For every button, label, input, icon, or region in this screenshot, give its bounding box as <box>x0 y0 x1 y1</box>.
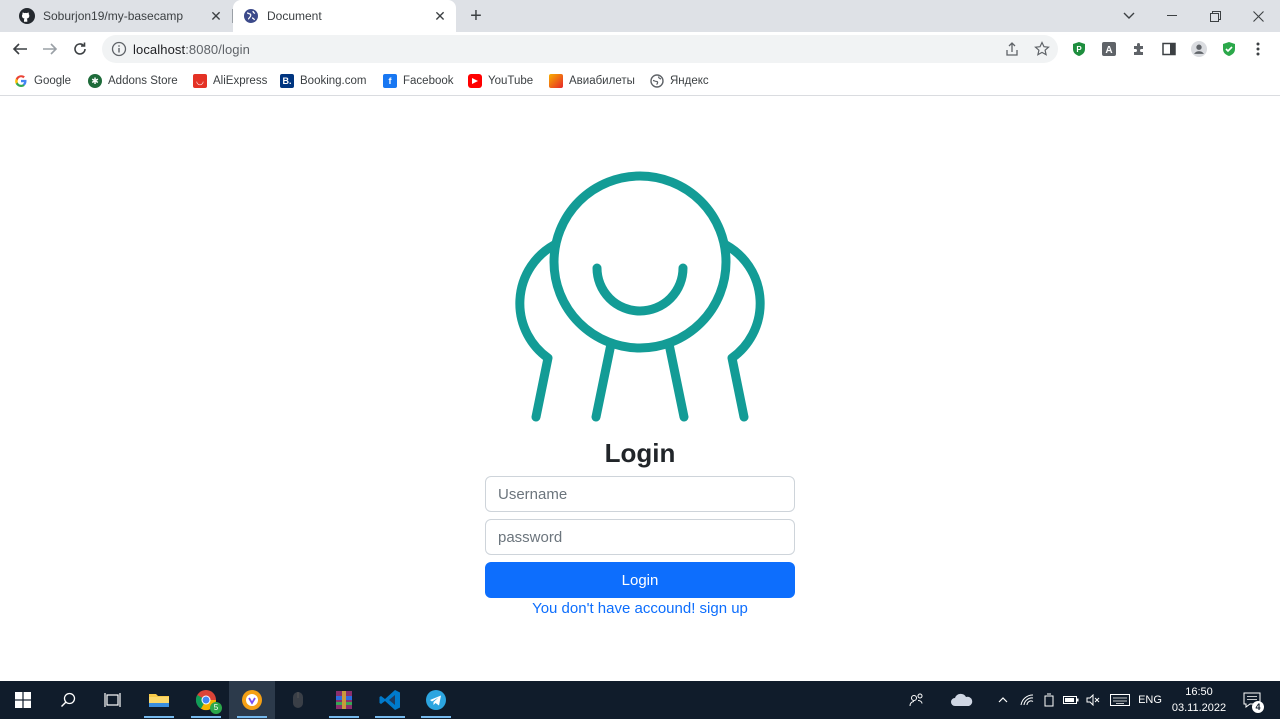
svg-text:A: A <box>1105 45 1112 56</box>
wifi-icon[interactable] <box>1018 681 1036 719</box>
youtube-icon <box>468 74 482 88</box>
vpn-extension-icon[interactable]: P <box>1071 41 1087 57</box>
page-title: Login <box>604 438 676 468</box>
browser-toolbar: localhost:8080/login P A <box>0 32 1280 66</box>
close-tab-icon[interactable]: ✕ <box>208 8 224 24</box>
bookmark-aviabilety[interactable]: Авиабилеты <box>549 71 635 91</box>
signup-link[interactable]: You don't have accound! sign up <box>440 600 840 617</box>
bookmark-google[interactable]: Google <box>14 71 71 91</box>
bookmark-youtube[interactable]: YouTube <box>468 71 533 91</box>
close-window-button[interactable] <box>1236 0 1280 32</box>
task-view-icon <box>104 693 121 707</box>
side-panel-icon[interactable] <box>1161 41 1177 57</box>
tab-document[interactable]: Document ✕ <box>233 0 456 32</box>
volume-muted-icon[interactable] <box>1084 681 1102 719</box>
taskbar-mouse-app[interactable] <box>275 681 321 719</box>
taskbar-winrar[interactable] <box>321 681 367 719</box>
taskbar-file-explorer[interactable] <box>136 681 182 719</box>
profile-avatar-icon[interactable] <box>1191 41 1207 57</box>
bookmark-star-icon[interactable] <box>1034 41 1050 57</box>
bookmark-booking[interactable]: B. Booking.com <box>280 71 366 91</box>
bookmark-aliexpress[interactable]: ◡ AliExpress <box>193 71 267 91</box>
bookmark-label: YouTube <box>488 75 534 87</box>
taskbar-browser[interactable] <box>229 681 275 719</box>
taskbar-telegram[interactable] <box>413 681 459 719</box>
google-icon <box>14 74 28 88</box>
menu-kebab-icon[interactable] <box>1250 41 1266 57</box>
windows-taskbar: 5 ENG 16:50 03.11.2022 4 <box>0 681 1280 719</box>
show-hidden-icons-chevron[interactable] <box>994 681 1012 719</box>
site-info-icon[interactable] <box>111 41 127 57</box>
windows-icon <box>15 692 31 708</box>
telegram-icon <box>426 690 446 710</box>
keyboard-icon[interactable] <box>1107 681 1133 719</box>
bookmark-label: Addons Store <box>108 75 178 87</box>
close-tab-icon[interactable]: ✕ <box>432 8 448 24</box>
battery-icon[interactable] <box>1062 681 1080 719</box>
reload-button[interactable] <box>68 37 92 61</box>
notification-count-badge: 4 <box>1252 701 1264 713</box>
search-button[interactable] <box>45 681 91 719</box>
system-clock[interactable]: 16:50 03.11.2022 <box>1166 684 1232 716</box>
github-icon <box>19 8 35 24</box>
share-icon[interactable] <box>1004 41 1020 57</box>
taskbar-chrome[interactable]: 5 <box>183 681 229 719</box>
bookmark-label: Facebook <box>403 75 454 87</box>
bookmark-label: AliExpress <box>213 75 268 87</box>
tab-search-icon[interactable] <box>1107 0 1151 32</box>
aviabilety-icon <box>549 74 563 88</box>
facebook-icon: f <box>383 74 397 88</box>
minimize-button[interactable] <box>1150 0 1194 32</box>
translate-extension-icon[interactable]: A <box>1101 41 1117 57</box>
address-bar[interactable]: localhost:8080/login <box>102 35 1058 63</box>
clock-time: 16:50 <box>1185 686 1213 698</box>
bookmark-label: Авиабилеты <box>569 75 635 87</box>
winrar-icon <box>336 691 352 709</box>
new-tab-button[interactable]: + <box>466 6 486 26</box>
notifications-button[interactable]: 4 <box>1238 681 1266 719</box>
onedrive-cloud-icon[interactable] <box>946 681 978 719</box>
forward-button[interactable] <box>38 37 62 61</box>
tab-title: Soburjon19/my-basecamp <box>43 9 184 23</box>
chrome-badge: 5 <box>210 702 222 714</box>
bookmarks-bar: Google ✱ Addons Store ◡ AliExpress B. Bo… <box>0 66 1280 96</box>
folder-icon <box>149 694 169 707</box>
task-view-button[interactable] <box>90 681 136 719</box>
url-text: localhost:8080/login <box>133 42 250 57</box>
bookmark-yandex[interactable]: Яндекс <box>650 71 709 91</box>
search-icon <box>61 692 76 707</box>
addons-store-icon: ✱ <box>88 74 102 88</box>
tab-title: Document <box>267 9 322 23</box>
adguard-extension-icon[interactable] <box>1221 41 1237 57</box>
yandex-icon <box>650 74 664 88</box>
bookmark-facebook[interactable]: f Facebook <box>383 71 454 91</box>
browser-shield-icon <box>242 690 262 710</box>
extensions-puzzle-icon[interactable] <box>1131 41 1147 57</box>
password-input[interactable] <box>485 519 795 555</box>
booking-icon: B. <box>280 74 294 88</box>
bookmark-label: Google <box>34 75 72 87</box>
clock-date: 03.11.2022 <box>1171 702 1227 714</box>
bookmark-label: Яндекс <box>670 75 709 87</box>
bookmark-label: Booking.com <box>300 75 367 87</box>
login-button[interactable]: Login <box>485 562 795 598</box>
basecamp-logo <box>490 168 790 428</box>
back-button[interactable] <box>8 37 32 61</box>
device-icon[interactable] <box>1040 681 1058 719</box>
aliexpress-icon: ◡ <box>193 74 207 88</box>
taskbar-vscode[interactable] <box>367 681 413 719</box>
start-button[interactable] <box>0 681 46 719</box>
tab-github[interactable]: Soburjon19/my-basecamp ✕ <box>10 0 232 32</box>
svg-text:P: P <box>1076 45 1082 54</box>
restore-button[interactable] <box>1193 0 1237 32</box>
mouse-icon <box>293 692 303 708</box>
vscode-icon <box>379 690 400 710</box>
bookmark-addons-store[interactable]: ✱ Addons Store <box>88 71 178 91</box>
tab-strip: Soburjon19/my-basecamp ✕ Document ✕ + <box>0 0 1280 32</box>
people-icon[interactable] <box>904 681 930 719</box>
globe-icon <box>243 8 259 24</box>
username-input[interactable] <box>485 476 795 512</box>
language-indicator[interactable]: ENG <box>1136 681 1164 719</box>
